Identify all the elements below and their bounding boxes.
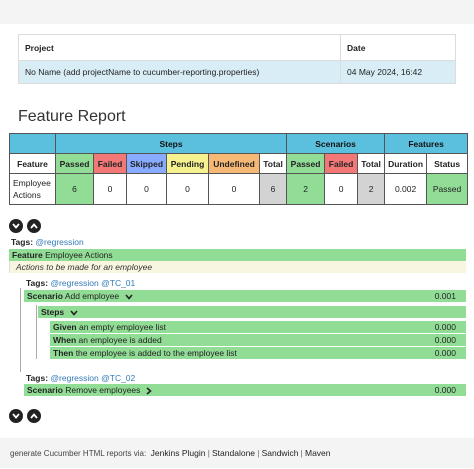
steps-total-header[interactable]: Total	[258, 153, 288, 174]
footer-link-sandwich[interactable]: Sandwich	[262, 448, 299, 458]
stats-table: Steps Scenarios Features Feature Passed …	[9, 133, 469, 205]
collapse-all-button[interactable]	[27, 219, 41, 233]
chevron-up-icon	[30, 223, 38, 229]
table-row: Employee Actions 6 0 0 0 0 6 2 0 2 0.002 …	[9, 173, 469, 205]
stats-group-blank	[9, 133, 56, 154]
tag-link[interactable]: @regression	[50, 278, 98, 288]
footer: generate Cucumber HTML reports via: Jenk…	[0, 438, 474, 468]
step-text: an empty employee list	[79, 322, 166, 332]
tree-guide-line	[36, 305, 37, 359]
scenario-duration: 0.001	[434, 291, 456, 301]
steps-skipped-cell: 0	[126, 173, 167, 205]
step-row[interactable]: When an employee is added 0.000	[50, 334, 466, 346]
steps-undefined-header[interactable]: Undefined	[208, 153, 260, 174]
status-badge: Passed	[426, 173, 469, 205]
chevron-up-icon	[30, 413, 38, 419]
features-group-header: Features	[384, 133, 469, 154]
chevron-right-icon[interactable]	[146, 387, 152, 395]
footer-separator: |	[257, 449, 260, 458]
expand-all-button[interactable]	[9, 409, 23, 423]
top-strip	[0, 0, 474, 24]
footer-link-jenkins[interactable]: Jenkins Plugin	[151, 448, 206, 458]
step-text: an employee is added	[78, 335, 162, 345]
feature-description: Actions to be made for an employee	[9, 261, 466, 273]
chevron-down-icon	[12, 413, 20, 419]
scenario-name: Remove employees	[65, 385, 141, 395]
step-duration: 0.000	[434, 322, 456, 332]
tag-link[interactable]: @TC_01	[101, 278, 135, 288]
duration-header[interactable]: Duration	[384, 153, 428, 174]
feature-name-line2: Actions	[13, 190, 41, 200]
project-name: No Name (add projectName to cucumber-rep…	[18, 60, 341, 84]
scenarios-failed-cell: 0	[324, 173, 359, 205]
tags-label: Tags:	[26, 278, 49, 288]
steps-failed-header[interactable]: Failed	[93, 153, 127, 174]
footer-link-standalone[interactable]: Standalone	[212, 448, 255, 458]
date-header: Date	[340, 34, 456, 61]
feature-tags: Tags: @regression	[11, 236, 84, 248]
page-title: Feature Report	[18, 108, 126, 125]
chevron-down-icon[interactable]	[124, 294, 133, 300]
steps-label: Steps	[41, 307, 65, 317]
scenarios-group-header: Scenarios	[286, 133, 386, 154]
scenario-tags: Tags: @regression @TC_01	[26, 277, 135, 289]
step-text: the employee is added to the employee li…	[75, 348, 237, 358]
steps-passed-header[interactable]: Passed	[55, 153, 94, 174]
project-table: Project Date No Name (add projectName to…	[18, 34, 456, 84]
footer-text: generate Cucumber HTML reports via:	[10, 449, 147, 458]
scenario-header[interactable]: Scenario Add employee 0.001	[24, 290, 466, 302]
collapse-all-button[interactable]	[27, 409, 41, 423]
status-header[interactable]: Status	[426, 153, 469, 174]
feature-keyword: Feature	[12, 250, 43, 260]
project-header: Project	[18, 34, 341, 61]
scenarios-failed-header[interactable]: Failed	[324, 153, 359, 174]
steps-pending-cell: 0	[166, 173, 209, 205]
steps-skipped-header[interactable]: Skipped	[126, 153, 167, 174]
scenario-keyword: Scenario	[27, 385, 63, 395]
chevron-down-icon	[12, 223, 20, 229]
footer-link-maven[interactable]: Maven	[305, 448, 331, 458]
step-duration: 0.000	[434, 348, 456, 358]
step-row[interactable]: Given an empty employee list 0.000	[50, 321, 466, 333]
tags-label: Tags:	[26, 373, 49, 383]
duration-cell: 0.002	[384, 173, 428, 205]
scenarios-total-header[interactable]: Total	[357, 153, 386, 174]
feature-col-header[interactable]: Feature	[9, 153, 56, 174]
feature-name-link[interactable]: Employee Actions	[9, 173, 56, 205]
steps-passed-cell: 6	[55, 173, 94, 205]
step-duration: 0.000	[434, 335, 456, 345]
tag-link[interactable]: @TC_02	[101, 373, 135, 383]
scenario-duration: 0.000	[434, 385, 456, 395]
step-keyword: Given	[53, 322, 77, 332]
scenarios-passed-cell: 2	[286, 173, 326, 205]
tags-label: Tags:	[11, 237, 34, 247]
scenarios-passed-header[interactable]: Passed	[286, 153, 326, 174]
footer-separator: |	[300, 449, 303, 458]
step-row[interactable]: Then the employee is added to the employ…	[50, 347, 466, 359]
steps-group-header: Steps	[54, 133, 288, 154]
step-keyword: When	[53, 335, 77, 345]
steps-total-cell: 6	[258, 173, 288, 205]
tag-link[interactable]: @regression	[35, 237, 83, 247]
scenarios-total-cell: 2	[357, 173, 386, 205]
project-date: 04 May 2024, 16:42	[340, 60, 456, 84]
chevron-down-icon[interactable]	[69, 310, 78, 316]
feature-header[interactable]: Feature Employee Actions	[9, 249, 466, 261]
scenario-header[interactable]: Scenario Remove employees 0.000	[24, 384, 466, 396]
steps-undefined-cell: 0	[208, 173, 260, 205]
steps-failed-cell: 0	[93, 173, 127, 205]
feature-name-line1: Employee	[13, 178, 51, 188]
steps-header[interactable]: Steps	[38, 306, 466, 318]
scenario-tags: Tags: @regression @TC_02	[26, 372, 135, 384]
expand-all-button[interactable]	[9, 219, 23, 233]
scenario-keyword: Scenario	[27, 291, 63, 301]
scenario-name: Add employee	[64, 291, 120, 301]
steps-pending-header[interactable]: Pending	[166, 153, 209, 174]
footer-separator: |	[207, 449, 210, 458]
tree-guide-line	[20, 288, 21, 372]
step-keyword: Then	[53, 348, 74, 358]
feature-name: Employee Actions	[45, 250, 113, 260]
tag-link[interactable]: @regression	[50, 373, 98, 383]
